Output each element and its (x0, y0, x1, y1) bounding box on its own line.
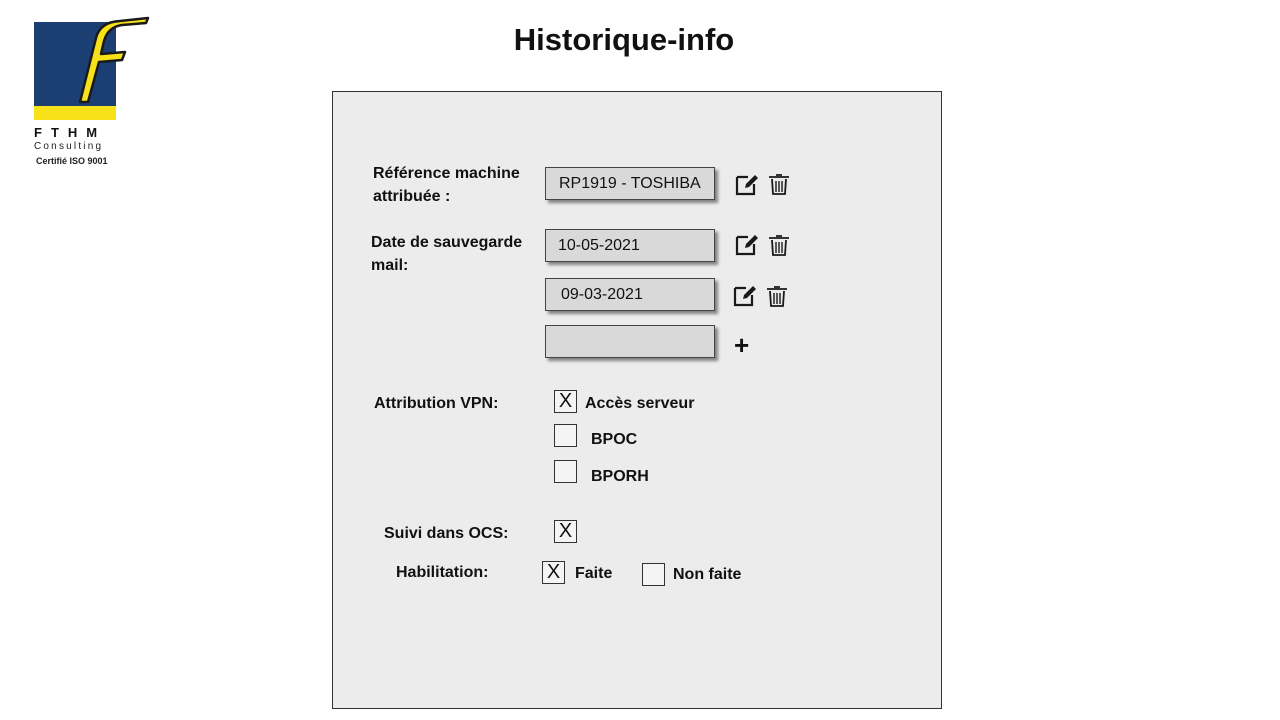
reference-field[interactable]: RP1919 - TOSHIBA (545, 167, 715, 200)
vpn-bporh-label: BPORH (591, 468, 649, 485)
trash-icon (767, 286, 787, 307)
vpn-bpoc-label: BPOC (591, 431, 638, 448)
vpn-acces-serveur-checkbox[interactable]: X (554, 390, 577, 413)
delete-reference-button[interactable] (768, 172, 790, 196)
trash-icon (769, 174, 789, 195)
ocs-checkbox[interactable]: X (554, 520, 577, 543)
edit-backup-date-button[interactable] (733, 282, 757, 308)
logo-name: FTHM (34, 125, 107, 140)
edit-icon (733, 286, 756, 307)
delete-backup-date-button[interactable] (766, 284, 788, 308)
habilitation-non-faite-checkbox[interactable] (642, 563, 665, 586)
delete-backup-date-button[interactable] (768, 233, 790, 257)
vpn-bporh-checkbox[interactable] (554, 460, 577, 483)
edit-icon (735, 235, 758, 256)
backup-date-field[interactable]: 10-05-2021 (545, 229, 715, 262)
logo-subtitle: Consulting (34, 141, 104, 152)
habilitation-non-faite-label: Non faite (673, 566, 742, 583)
edit-reference-button[interactable] (735, 171, 759, 197)
trash-icon (769, 235, 789, 256)
vpn-acces-serveur-label: Accès serveur (585, 395, 695, 412)
page-title: Historique-info (513, 22, 735, 57)
new-backup-date-field[interactable] (545, 325, 715, 358)
vpn-label: Attribution VPN: (374, 395, 499, 412)
habilitation-label: Habilitation: (396, 564, 489, 581)
habilitation-faite-label: Faite (575, 565, 613, 582)
backup-date-label: Date de sauvegarde mail: (371, 234, 523, 274)
logo-certification: Certifié ISO 9001 (36, 156, 108, 166)
edit-backup-date-button[interactable] (735, 231, 759, 257)
edit-icon (735, 175, 758, 196)
vpn-bpoc-checkbox[interactable] (554, 424, 577, 447)
add-backup-date-button[interactable]: + (734, 332, 749, 358)
reference-label: Référence machine attribuée : (373, 165, 520, 205)
backup-date-field[interactable]: 09-03-2021 (545, 278, 715, 311)
ocs-label: Suivi dans OCS: (384, 525, 509, 542)
plus-icon: + (734, 330, 750, 360)
habilitation-faite-checkbox[interactable]: X (542, 561, 565, 584)
